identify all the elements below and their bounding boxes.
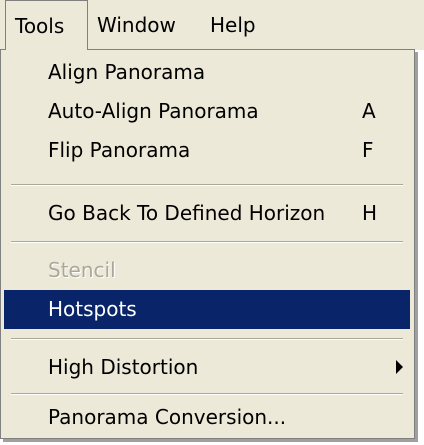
menu-item-align-panorama[interactable]: Align Panorama [4,53,410,92]
menu-separator [11,393,403,395]
menu-item-go-back-to-defined-horizon[interactable]: Go Back To Defined Horizon H [4,194,410,233]
menu-tools-label: Tools [15,14,65,38]
submenu-arrow-icon [396,360,403,374]
shortcut-label: F [362,138,374,162]
menu-item-panorama-conversion[interactable]: Panorama Conversion... [4,398,410,437]
menu-window-label: Window [97,13,176,37]
menu-item-auto-align-panorama[interactable]: Auto-Align Panorama A [4,92,410,131]
menu-separator [11,241,403,243]
app-window: Tools Window Help Align Panorama Auto-Al… [0,0,424,445]
shortcut-label: H [362,201,378,225]
menu-item-label: Align Panorama [48,60,206,84]
menu-item-label: Auto-Align Panorama [48,99,259,123]
menu-item-high-distortion[interactable]: High Distortion [4,348,410,387]
menu-item-label: High Distortion [48,355,199,379]
menu-separator [11,184,403,186]
menu-item-hotspots[interactable]: Hotspots [4,290,410,329]
shortcut-label: A [362,99,376,123]
menu-item-flip-panorama[interactable]: Flip Panorama F [4,131,410,170]
menu-separator [11,338,403,340]
menu-window[interactable]: Window [88,0,176,50]
menu-tools[interactable]: Tools [5,0,88,50]
menu-item-label: Go Back To Defined Horizon [48,201,326,225]
menu-help[interactable]: Help [201,0,256,50]
menu-item-label: Stencil [48,258,116,282]
tools-dropdown-menu: Align Panorama Auto-Align Panorama A Fli… [0,49,415,439]
menu-item-label: Hotspots [48,297,137,321]
menu-item-stencil: Stencil [4,251,410,290]
menu-help-label: Help [210,13,256,37]
menu-bar: Tools Window Help [0,0,424,50]
menu-item-label: Flip Panorama [48,138,191,162]
menu-item-label: Panorama Conversion... [48,405,287,429]
